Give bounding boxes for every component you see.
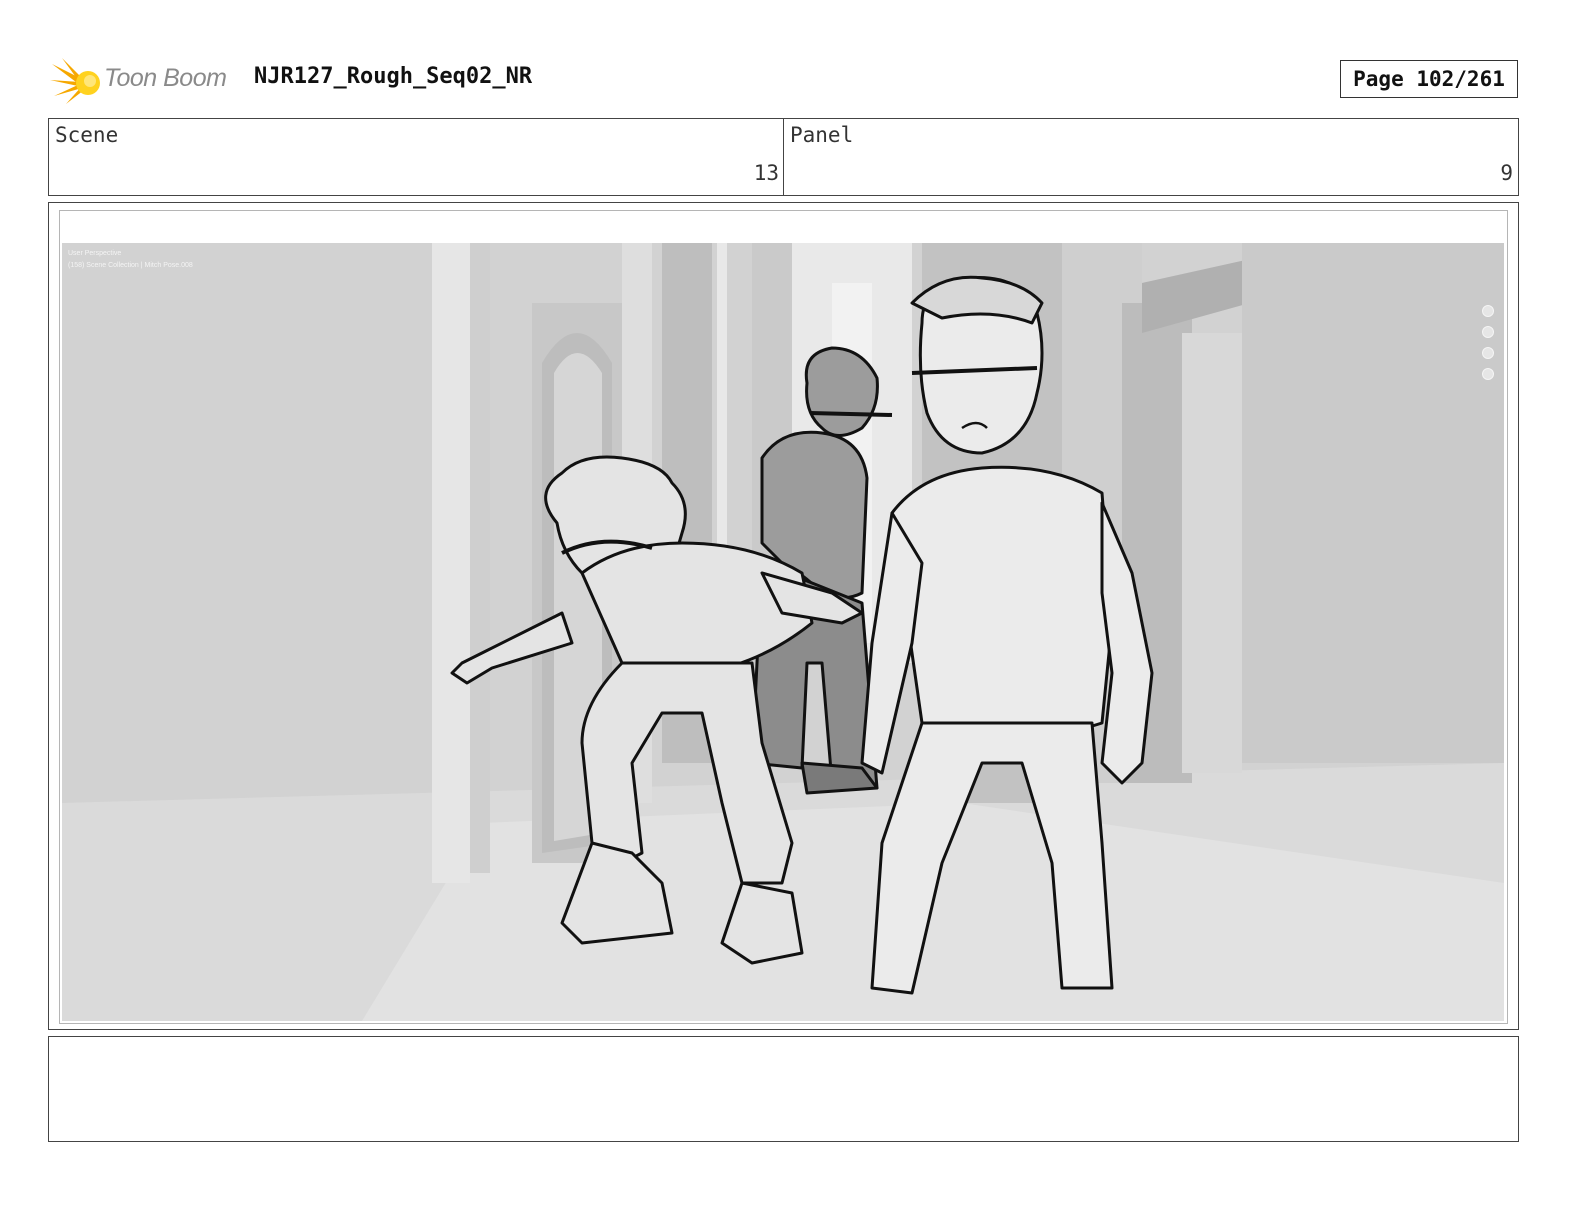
page-counter: Page 102/261 [1340, 60, 1518, 98]
panel-cell: Panel 9 [784, 119, 1517, 195]
toon-boom-logo: Toon Boom [50, 56, 240, 106]
hand-icon [1482, 326, 1494, 338]
scene-number: 13 [753, 161, 779, 185]
logo-text: Toon Boom [104, 64, 227, 92]
viewport-toolbar [1482, 305, 1496, 389]
viewport-perspective-label: User Perspective [68, 250, 122, 257]
scene-cell: Scene 13 [49, 119, 784, 195]
panel-drawing: User Perspective (158) Scene Collection … [62, 243, 1504, 1021]
zoom-icon [1482, 305, 1494, 317]
grid-icon [1482, 368, 1494, 380]
scene-panel-table: Scene 13 Panel 9 [48, 118, 1519, 196]
panel-notes [48, 1036, 1519, 1142]
scene-label: Scene [55, 123, 119, 147]
panel-label: Panel [790, 123, 854, 147]
storyboard-panel: User Perspective (158) Scene Collection … [59, 210, 1508, 1024]
starburst-logo-icon [50, 58, 100, 104]
panel-number: 9 [1500, 161, 1513, 185]
camera-icon [1482, 347, 1494, 359]
viewport-collection-label: (158) Scene Collection | Mitch Pose.008 [68, 262, 193, 269]
project-title: NJR127_Rough_Seq02_NR [254, 64, 533, 89]
sketch-illustration [62, 243, 1504, 1021]
storyboard-panel-frame: User Perspective (158) Scene Collection … [48, 202, 1519, 1030]
